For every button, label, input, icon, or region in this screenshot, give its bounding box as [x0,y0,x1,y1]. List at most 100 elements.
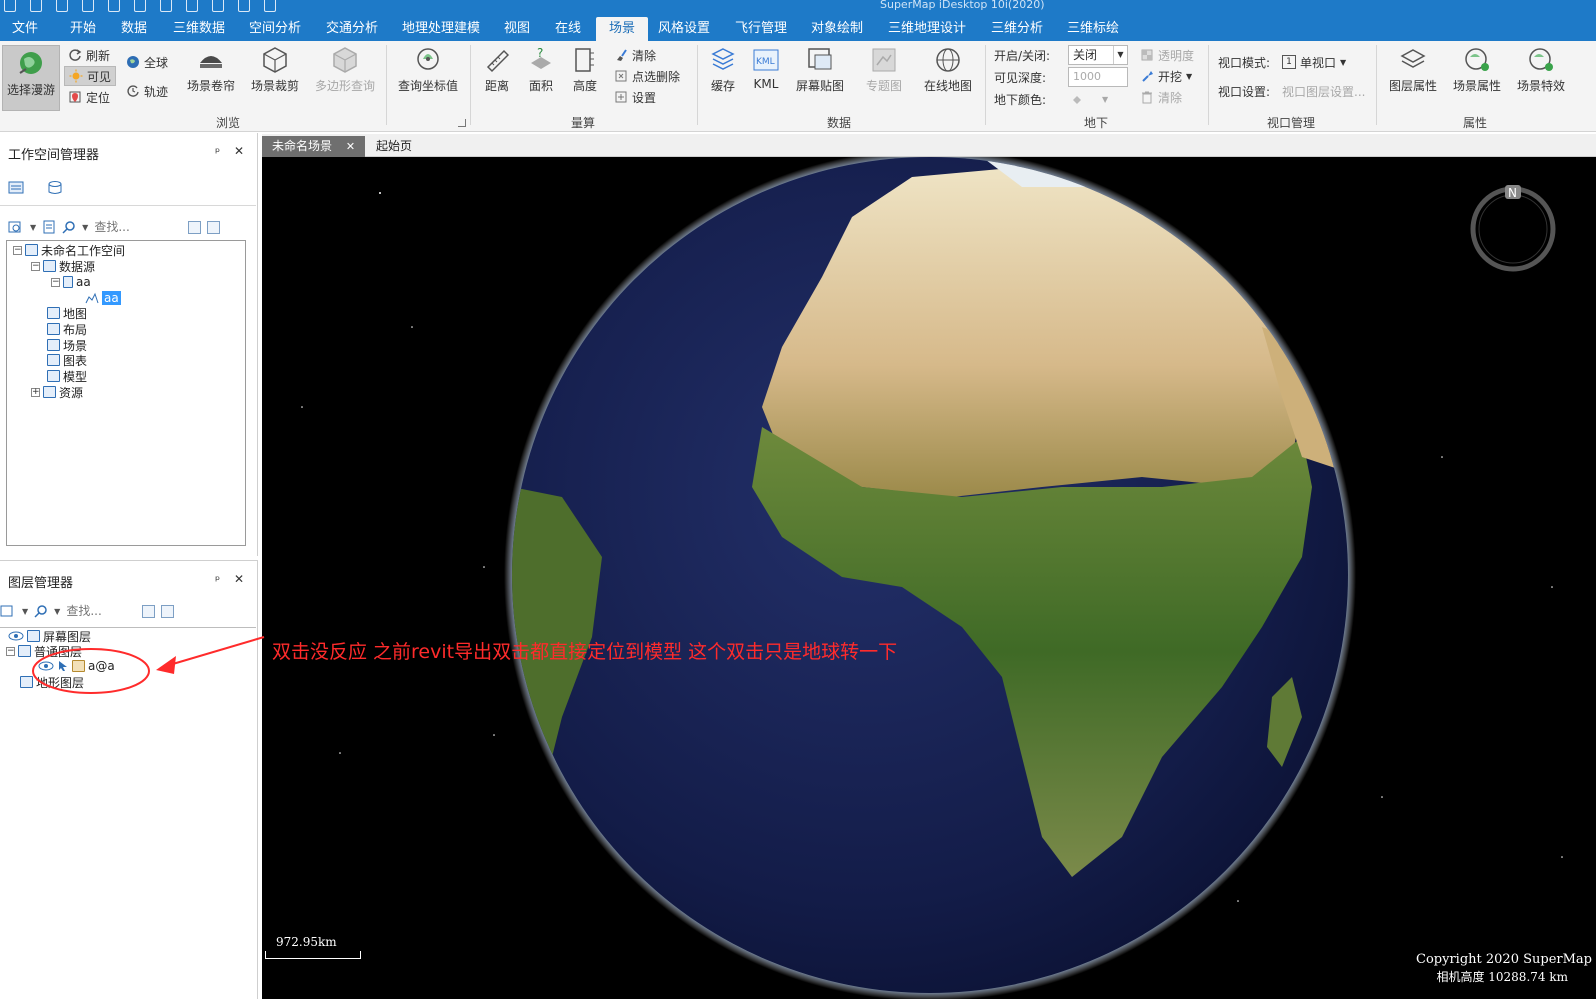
help-icon[interactable] [264,0,276,12]
measure-settings-button[interactable]: 设置 [614,87,656,107]
zoom-in-icon[interactable] [160,0,172,12]
layer-group-normal[interactable]: − 普通图层 [6,643,82,659]
menu-tab-file[interactable]: 文件 [6,17,44,41]
open-icon[interactable] [56,0,68,12]
search-down-button[interactable] [161,604,175,618]
print-icon[interactable] [238,0,250,12]
chevron-down-icon[interactable]: ▼ [54,607,60,616]
menu-tab-data[interactable]: 数据 [115,17,153,41]
viewport-mode-select[interactable]: 1 单视口 ▼ [1282,52,1346,72]
collapse-icon[interactable]: − [13,245,22,255]
resources-tab-icon[interactable] [46,179,64,197]
tree-node-maps[interactable]: 地图 [47,305,87,321]
menu-tab-flight[interactable]: 飞行管理 [729,17,793,41]
scene-curtain-button[interactable]: 场景卷帘 [185,45,237,94]
screen-map-button[interactable]: 屏幕贴图 [793,45,847,94]
tree-node-datasource-aa[interactable]: − aa [51,274,91,290]
selectable-pointer-icon[interactable] [57,660,69,672]
search-down-button[interactable] [207,220,221,234]
menu-tab-online[interactable]: 在线 [549,17,587,41]
new-workspace-icon[interactable] [30,0,42,12]
pin-icon[interactable]: ᵖ [215,145,220,159]
kml-button[interactable]: KML KML [750,45,782,91]
track-button[interactable]: 轨迹 [126,81,168,101]
globe-render[interactable]: N [262,157,1596,999]
globe-button[interactable]: 全球 [126,52,168,72]
select-pointer-icon[interactable] [108,0,120,12]
search-icon[interactable] [62,220,76,234]
pin-icon[interactable]: ᵖ [215,573,220,587]
visible-depth-input[interactable]: 1000 [1068,67,1128,87]
chevron-down-icon[interactable]: ▼ [82,223,88,232]
layer-properties-button[interactable]: 图层属性 [1386,45,1440,94]
collapse-icon[interactable]: − [51,277,60,287]
chevron-down-icon[interactable]: ▼ [1113,46,1127,64]
viewport-layer-settings-button[interactable]: 视口图层设置... [1282,81,1365,101]
select-roam-button[interactable]: 选择漫游 [2,45,60,111]
close-icon[interactable]: ✕ [234,572,244,586]
chevron-down-icon[interactable]: ▼ [22,607,28,616]
underground-toggle-select[interactable]: 关闭 ▼ [1068,45,1128,65]
zoom-out-icon[interactable] [186,0,198,12]
collapse-icon[interactable]: − [6,646,15,656]
tree-node-charts[interactable]: 图表 [47,352,87,368]
measure-distance-button[interactable]: 距离 [481,45,513,94]
query-coordinate-button[interactable]: 查询坐标值 [395,45,461,94]
pan-hand-icon[interactable] [134,0,146,12]
scene-effects-button[interactable]: 场景特效 [1514,45,1568,94]
app-icon[interactable] [4,0,16,12]
menu-tab-style[interactable]: 风格设置 [652,17,716,41]
online-map-button[interactable]: 在线地图 [920,45,976,94]
chevron-down-icon[interactable]: ▼ [30,223,36,232]
tree-node-datasources[interactable]: − 数据源 [31,258,95,274]
compass-widget[interactable]: N [1470,185,1556,272]
underground-clear-button[interactable]: 清除 [1140,87,1182,107]
search-up-button[interactable] [188,220,202,234]
polygon-query-button[interactable]: 多边形查询 [312,45,378,94]
underground-color-picker[interactable]: ▼ [1070,89,1108,109]
eye-icon[interactable] [8,630,24,642]
open-workspace-icon[interactable] [8,220,24,234]
layer-search-input[interactable] [66,604,137,618]
cache-button[interactable]: 缓存 [707,45,739,94]
thematic-map-button[interactable]: 专题图 [862,45,906,94]
tree-node-layouts[interactable]: 布局 [47,321,87,337]
menu-tab-traffic-analysis[interactable]: 交通分析 [320,17,384,41]
workspace-tab-icon[interactable] [8,179,26,197]
save-workspace-icon[interactable] [42,220,56,234]
scene-viewport[interactable]: N [262,157,1596,999]
measure-area-button[interactable]: ? 面积 [525,45,557,94]
tab-untitled-scene[interactable]: 未命名场景 ✕ [262,136,366,157]
full-extent-icon[interactable] [212,0,224,12]
menu-tab-geoprocessing[interactable]: 地理处理建模 [396,17,486,41]
menu-tab-3d-geodesign[interactable]: 三维地理设计 [882,17,972,41]
locate-button[interactable]: 定位 [68,87,110,107]
tree-node-resources[interactable]: + 资源 [31,384,83,400]
tree-node-workspace[interactable]: − 未命名工作空间 [13,242,125,258]
search-icon[interactable] [34,604,48,618]
close-icon[interactable]: ✕ [234,144,244,158]
menu-tab-3d-analysis[interactable]: 三维分析 [985,17,1049,41]
measure-clear-button[interactable]: 清除 [614,45,656,65]
menu-tab-3d-data[interactable]: 三维数据 [167,17,231,41]
point-delete-button[interactable]: 点选删除 [614,66,680,86]
layer-group-terrain[interactable]: 地形图层 [20,674,84,690]
menu-tab-object-draw[interactable]: 对象绘制 [805,17,869,41]
menu-tab-view[interactable]: 视图 [498,17,536,41]
menu-tab-spatial-analysis[interactable]: 空间分析 [243,17,307,41]
collapse-icon[interactable]: − [31,261,40,271]
transparency-button[interactable]: 透明度 [1140,45,1194,65]
menu-tab-scene[interactable]: 场景 [596,17,649,41]
workspace-search-input[interactable] [94,220,183,234]
layer-item[interactable]: a@a [38,658,115,674]
tree-node-models[interactable]: 模型 [47,368,87,384]
close-icon[interactable]: ✕ [346,140,355,153]
measure-height-button[interactable]: 高度 [569,45,601,94]
tab-start-page[interactable]: 起始页 [366,136,422,157]
save-icon[interactable] [82,0,94,12]
add-layer-icon[interactable] [0,604,16,618]
search-up-button[interactable] [142,604,156,618]
scene-clip-button[interactable]: 场景裁剪 [248,45,302,94]
scene-properties-button[interactable]: 场景属性 [1450,45,1504,94]
menu-tab-3d-plotting[interactable]: 三维标绘 [1061,17,1125,41]
